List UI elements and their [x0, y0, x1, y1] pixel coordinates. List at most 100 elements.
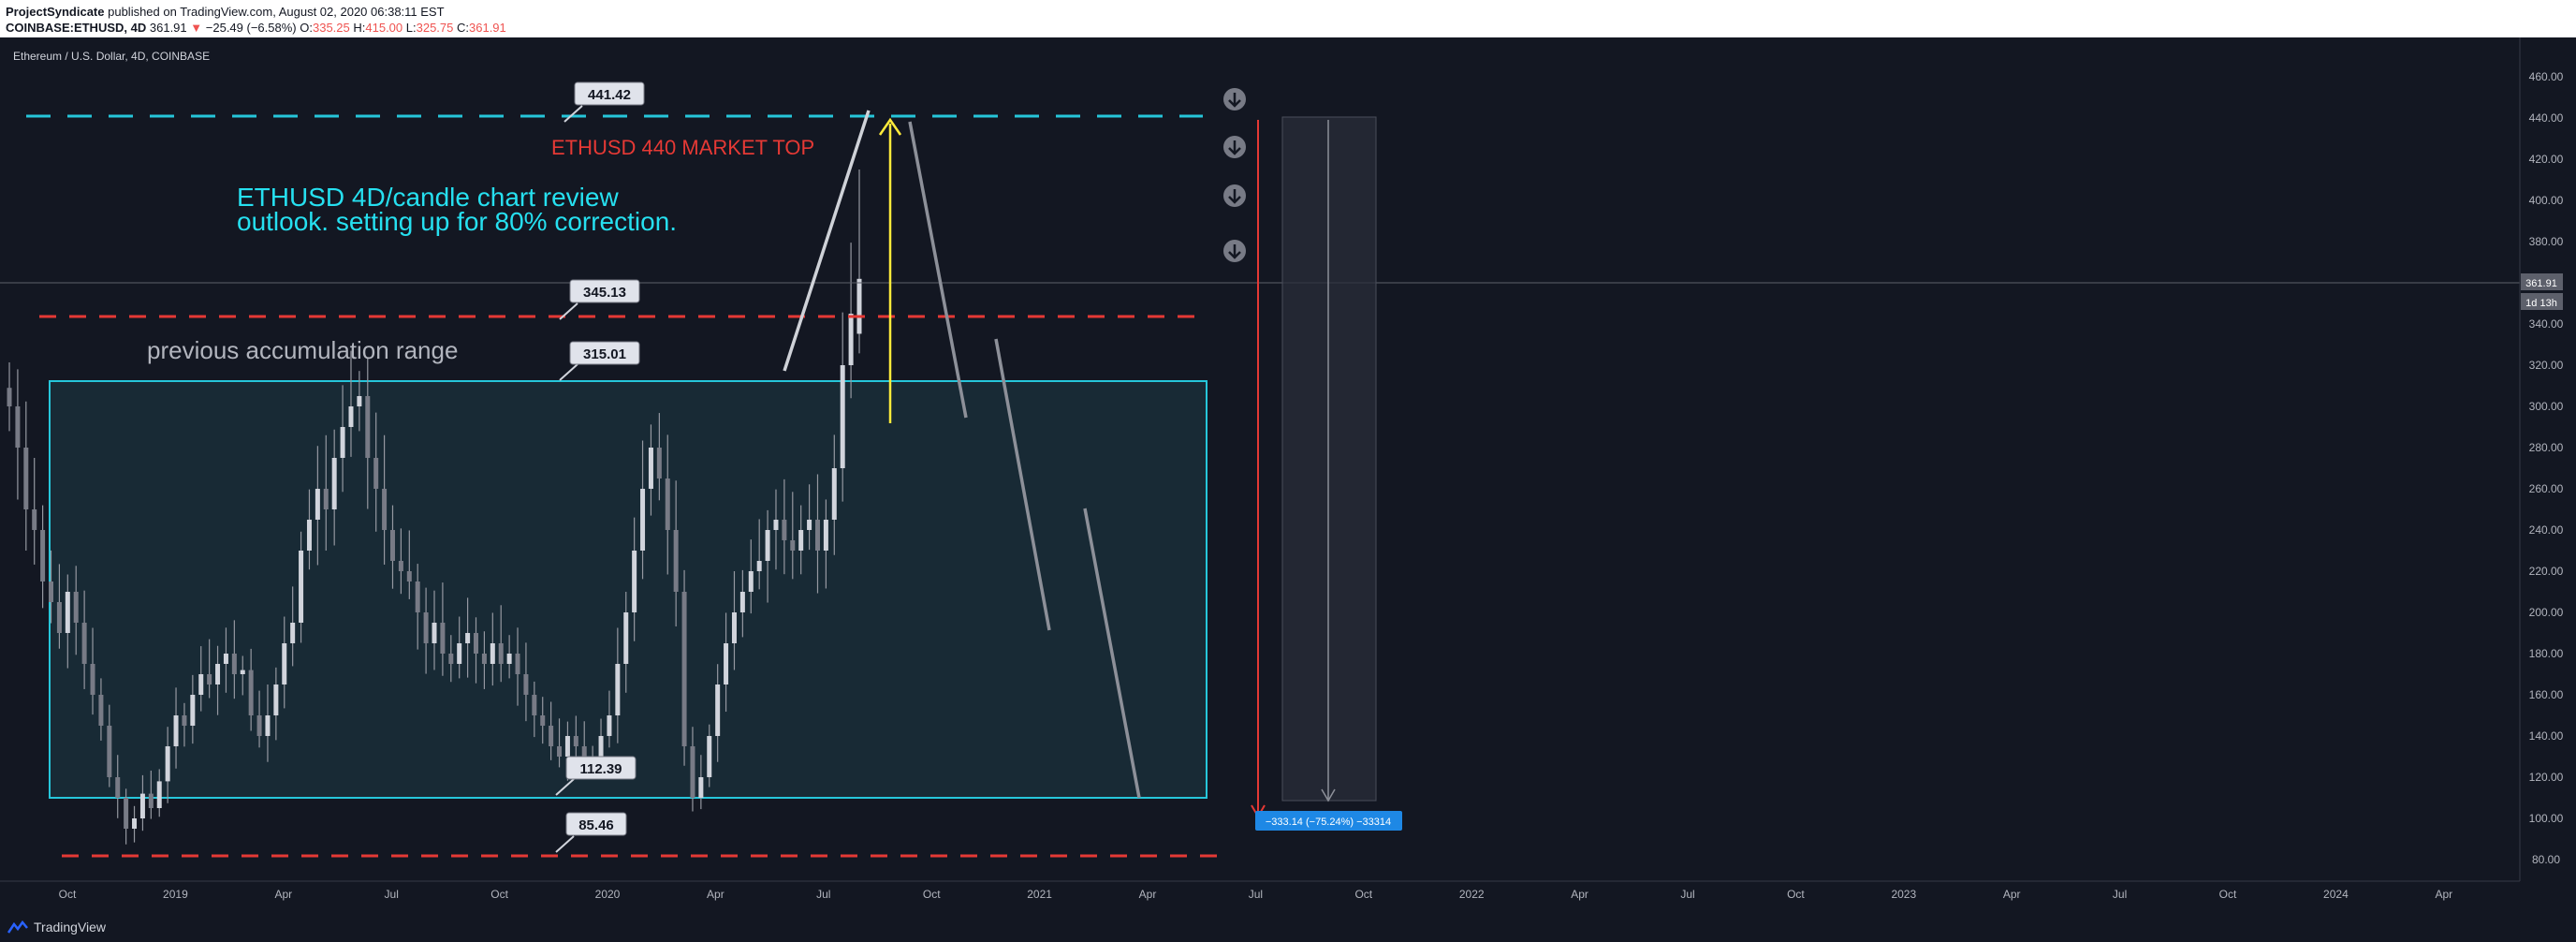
x-tick-label: 2020 [595, 888, 621, 901]
candle-body [331, 458, 337, 509]
accumulation-range-box[interactable] [49, 380, 1208, 799]
candle-body [773, 520, 779, 530]
y-tick-label: 180.00 [2529, 647, 2564, 660]
candle-body [323, 489, 329, 509]
projection-box[interactable] [1281, 116, 1377, 802]
candle-body [540, 715, 546, 726]
candle-body [782, 520, 787, 540]
x-tick-label: Oct [923, 888, 941, 901]
x-tick-label: 2019 [163, 888, 188, 901]
candle-body [665, 478, 670, 530]
x-tick-label: Apr [707, 888, 724, 901]
tradingview-logo[interactable]: TradingView [7, 920, 106, 935]
candle-body [365, 396, 371, 458]
candle-body [107, 726, 112, 777]
candle-body [173, 715, 179, 746]
high-value: 415.00 [365, 21, 403, 35]
x-tick-label: Oct [490, 888, 508, 901]
candle-body [856, 278, 862, 334]
x-tick-label: Jul [2113, 888, 2127, 901]
chart-area[interactable]: 441.42 345.13 315.01 112.39 85.46 Ethere… [0, 37, 2576, 922]
candle-body [98, 695, 104, 726]
y-tick-label: 440.00 [2529, 111, 2564, 125]
footer: TradingView [0, 914, 2576, 942]
price-callout-85[interactable]: 85.46 [555, 812, 627, 853]
candle-body [207, 674, 212, 684]
candle-body [623, 612, 629, 664]
publication-header: ProjectSyndicate published on TradingVie… [0, 0, 2576, 37]
candle-body [707, 736, 712, 777]
candle-body [373, 458, 379, 489]
candle-body [564, 736, 570, 757]
x-tick-label: Oct [2219, 888, 2237, 901]
candle-body [831, 468, 837, 520]
price-callout-345[interactable]: 345.13 [559, 279, 640, 320]
candle-body [406, 571, 412, 581]
range-label-text[interactable]: previous accumulation range [147, 336, 458, 364]
candle-body [231, 654, 237, 674]
candle-body [448, 654, 454, 664]
candle-body [648, 448, 653, 489]
candle-body [256, 715, 262, 736]
x-tick-label: Apr [1139, 888, 1157, 901]
candle-body [156, 781, 162, 808]
candle-body [415, 581, 420, 612]
x-tick-label: Jul [1249, 888, 1263, 901]
drop-line-1[interactable] [908, 121, 968, 419]
published-text: published on TradingView.com, August 02,… [104, 5, 445, 19]
down-arrow-icon-3[interactable] [1223, 184, 1246, 207]
candle-body [432, 623, 437, 643]
candle-body [282, 643, 287, 684]
candle-body [148, 793, 154, 808]
change-value: −25.49 (−6.58%) [205, 21, 297, 35]
down-arrow-icon-1[interactable] [1223, 88, 1246, 110]
candle-body [190, 695, 196, 726]
chart-svg[interactable]: 441.42 345.13 315.01 112.39 85.46 Ethere… [0, 37, 2576, 922]
y-tick-label: 320.00 [2529, 359, 2564, 372]
candle-body [23, 448, 29, 509]
countdown-tag-text: 1d 13h [2525, 298, 2557, 309]
y-tick-label: 120.00 [2529, 771, 2564, 784]
down-arrow-icon-4[interactable] [1223, 240, 1246, 262]
price-callout-441-text: 441.42 [588, 87, 631, 103]
x-tick-label: Apr [2003, 888, 2021, 901]
change-down-icon: ▼ [190, 21, 203, 35]
candle-body [465, 633, 471, 643]
price-axis[interactable]: 80.00 100.00 120.00 140.00 160.00 180.00 200.0… [2529, 70, 2564, 866]
symbol-label: COINBASE:ETHUSD, 4D [6, 21, 147, 35]
current-price-tag-text: 361.91 [2525, 278, 2557, 289]
close-value: 361.91 [469, 21, 506, 35]
price-callout-315[interactable]: 315.01 [559, 341, 640, 381]
measure-tag-text: −333.14 (−75.24%) −33314 [1266, 817, 1391, 828]
y-tick-label: 240.00 [2529, 523, 2564, 537]
time-axis[interactable]: Oct 2019 Apr Jul Oct 2020 Apr Jul Oct 2021 Apr Jul O… [59, 888, 2452, 901]
y-tick-label: 80.00 [2532, 853, 2560, 866]
candle-body [731, 612, 737, 643]
market-top-text[interactable]: ETHUSD 440 MARKET TOP [551, 136, 814, 159]
open-value: 335.25 [312, 21, 350, 35]
candle-body [814, 520, 820, 551]
candle-body [615, 664, 621, 715]
x-tick-label: Apr [2435, 888, 2452, 901]
candle-body [182, 715, 187, 726]
candle-body [557, 746, 563, 757]
candle-body [848, 314, 854, 365]
x-tick-label: 2023 [1891, 888, 1916, 901]
publisher-name[interactable]: ProjectSyndicate [6, 5, 105, 19]
x-tick-label: 2021 [1027, 888, 1052, 901]
candle-body [32, 509, 37, 530]
review-text-line2[interactable]: outlook. setting up for 80% correction. [237, 207, 677, 236]
y-tick-label: 300.00 [2529, 400, 2564, 413]
candle-body [389, 530, 395, 561]
candle-body [756, 561, 762, 571]
candle-body [457, 643, 462, 664]
y-tick-label: 400.00 [2529, 194, 2564, 207]
candle-body [348, 406, 354, 427]
candle-body [748, 571, 754, 592]
candle-body [115, 777, 121, 798]
y-tick-label: 380.00 [2529, 235, 2564, 248]
candle-body [40, 530, 46, 581]
candle-body [124, 798, 129, 829]
down-arrow-icon-2[interactable] [1223, 136, 1246, 158]
candle-body [724, 643, 729, 684]
